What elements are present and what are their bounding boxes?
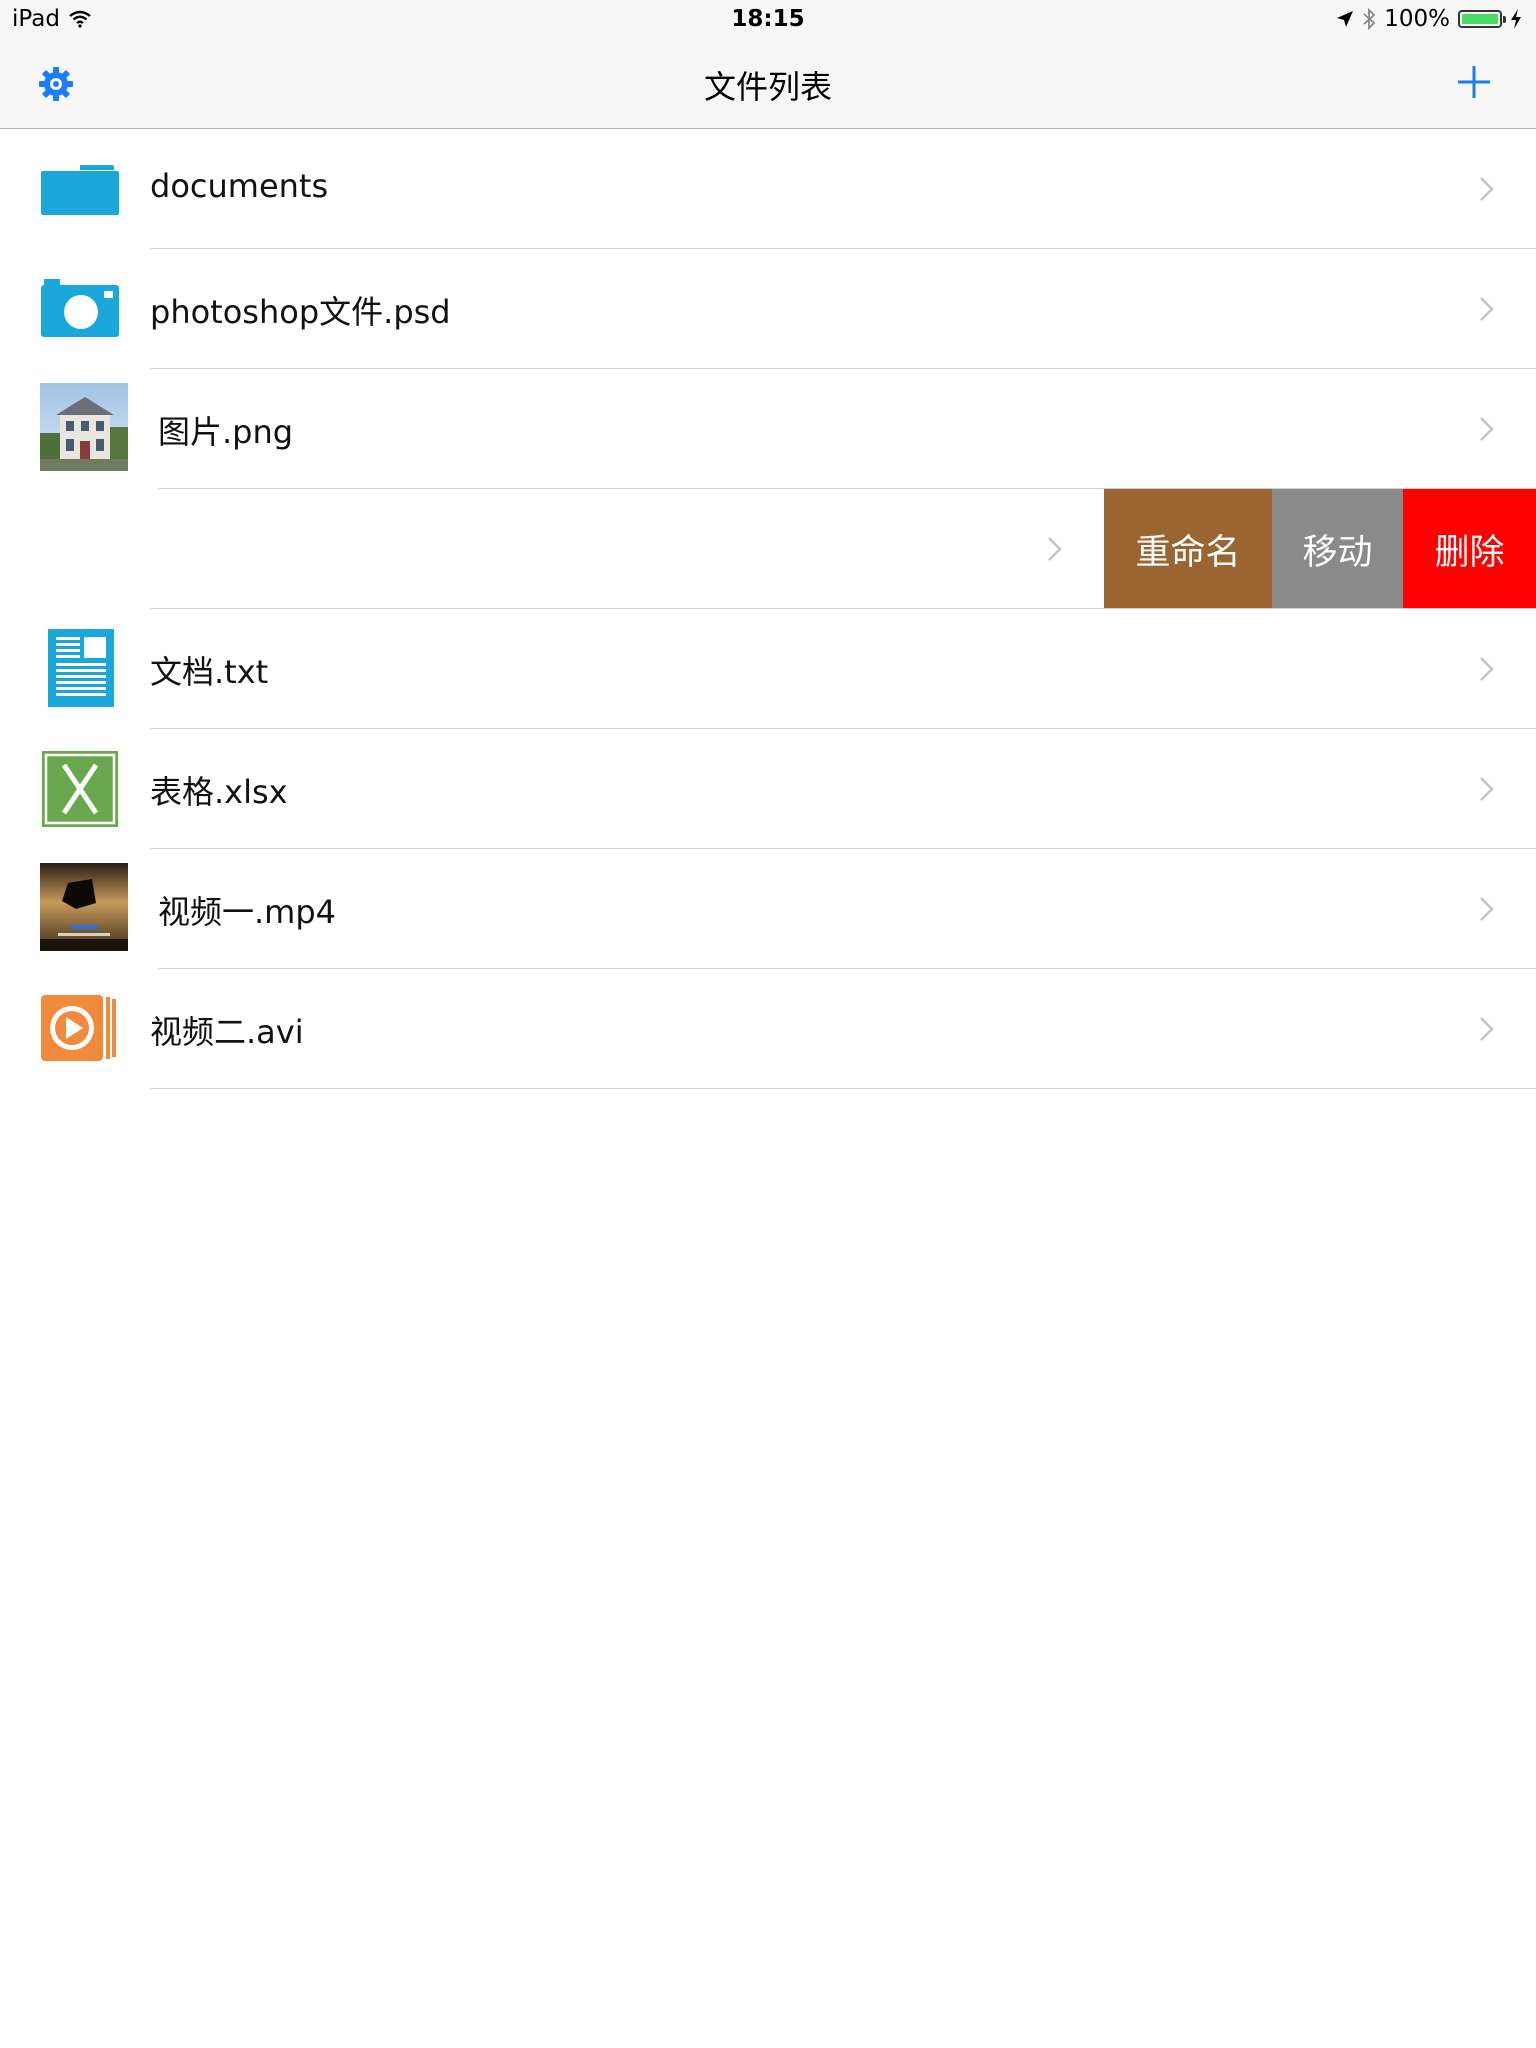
file-name: 表格.xlsx bbox=[150, 773, 288, 811]
chevron-right-icon bbox=[1480, 297, 1494, 321]
play-file-icon bbox=[41, 995, 116, 1061]
row-separator bbox=[150, 1088, 1536, 1089]
file-row-swiped[interactable]: 重命名 移动 删除 bbox=[0, 489, 1536, 609]
location-arrow-icon bbox=[1337, 11, 1354, 27]
chevron-right-icon bbox=[1480, 777, 1494, 801]
video-thumbnail bbox=[40, 863, 128, 951]
file-list: documents photoshop文件.psd 图片.png 重命名 移动 … bbox=[0, 129, 1536, 1089]
file-row-avi[interactable]: 视频二.avi bbox=[0, 969, 1536, 1089]
move-button[interactable]: 移动 bbox=[1272, 489, 1403, 609]
camera-icon bbox=[41, 279, 119, 337]
folder-icon bbox=[41, 165, 119, 215]
status-time: 18:15 bbox=[731, 6, 805, 32]
file-row-mp4[interactable]: 视频一.mp4 bbox=[0, 849, 1536, 969]
file-row-documents[interactable]: documents bbox=[0, 129, 1536, 249]
battery-cap bbox=[1503, 16, 1506, 23]
charging-bolt-icon bbox=[1511, 9, 1521, 29]
file-name: 文档.txt bbox=[150, 653, 269, 691]
bluetooth-icon bbox=[1363, 8, 1376, 30]
chevron-right-icon bbox=[1480, 657, 1494, 681]
file-name: documents bbox=[150, 167, 329, 205]
file-name: 图片.png bbox=[158, 413, 294, 451]
battery-percent: 100% bbox=[1384, 6, 1450, 32]
delete-button[interactable]: 删除 bbox=[1403, 489, 1536, 609]
status-right: 100% bbox=[1336, 6, 1522, 32]
status-bar: iPad 18:15 100% bbox=[0, 0, 1536, 40]
rename-button[interactable]: 重命名 bbox=[1104, 489, 1272, 609]
navigation-bar: 文件列表 bbox=[0, 40, 1536, 129]
chevron-right-icon bbox=[1480, 417, 1494, 441]
chevron-right-icon bbox=[1480, 897, 1494, 921]
file-row-psd[interactable]: photoshop文件.psd bbox=[0, 249, 1536, 369]
file-row-xlsx[interactable]: 表格.xlsx bbox=[0, 729, 1536, 849]
chevron-right-icon bbox=[1480, 1017, 1494, 1041]
battery-fill bbox=[1462, 14, 1498, 24]
image-thumbnail bbox=[40, 383, 128, 471]
file-name: 视频二.avi bbox=[150, 1013, 304, 1051]
chevron-right-icon bbox=[1048, 537, 1062, 561]
document-icon bbox=[48, 629, 114, 707]
file-name: 视频一.mp4 bbox=[158, 893, 337, 931]
excel-icon bbox=[42, 751, 118, 827]
file-name: photoshop文件.psd bbox=[150, 293, 451, 331]
page-title: 文件列表 bbox=[703, 68, 832, 106]
plus-icon[interactable] bbox=[1452, 60, 1496, 104]
battery-icon bbox=[1458, 10, 1506, 28]
chevron-right-icon bbox=[1480, 177, 1494, 201]
file-row-png[interactable]: 图片.png bbox=[0, 369, 1536, 489]
file-row-txt[interactable]: 文档.txt bbox=[0, 609, 1536, 729]
